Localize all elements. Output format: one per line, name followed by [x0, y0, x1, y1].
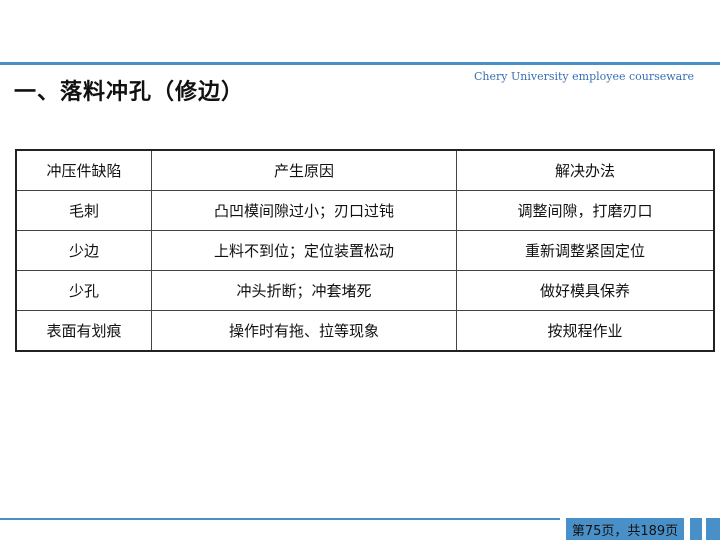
cell-defect: 少孔: [15, 270, 152, 311]
page-indicator-text: 第75页，共189页: [571, 523, 679, 539]
header-cause: 产生原因: [151, 149, 457, 191]
table-row: 少孔 冲头折断；冲套堵死 做好模具保养: [15, 270, 715, 311]
cell-defect: 毛刺: [15, 190, 152, 231]
cell-defect: 表面有划痕: [15, 310, 152, 352]
cell-solution: 调整间隙，打磨刃口: [456, 190, 715, 231]
page-indicator: 第75页，共189页: [566, 518, 684, 540]
footer-square-decoration: [690, 518, 702, 540]
table-row: 少边 上料不到位；定位装置松动 重新调整紧固定位: [15, 230, 715, 271]
cell-defect: 少边: [15, 230, 152, 271]
cell-cause: 凸凹模间隙过小；刃口过钝: [151, 190, 457, 231]
footer-square-decoration: [706, 518, 720, 540]
cell-cause: 上料不到位；定位装置松动: [151, 230, 457, 271]
cell-cause: 冲头折断；冲套堵死: [151, 270, 457, 311]
table-header-row: 冲压件缺陷 产生原因 解决办法: [15, 149, 715, 191]
cell-solution: 按规程作业: [456, 310, 715, 352]
watermark-text: Chery University employee courseware: [474, 70, 695, 83]
top-divider: [0, 62, 720, 65]
header-defect: 冲压件缺陷: [15, 149, 152, 191]
table-row: 表面有划痕 操作时有拖、拉等现象 按规程作业: [15, 310, 715, 352]
cell-cause: 操作时有拖、拉等现象: [151, 310, 457, 352]
table-row: 毛刺 凸凹模间隙过小；刃口过钝 调整间隙，打磨刃口: [15, 190, 715, 231]
slide-title: 一、落料冲孔（修边）: [14, 80, 245, 105]
defect-table: 冲压件缺陷 产生原因 解决办法 毛刺 凸凹模间隙过小；刃口过钝 调整间隙，打磨刃…: [15, 149, 715, 352]
cell-solution: 做好模具保养: [456, 270, 715, 311]
footer-divider: [0, 518, 560, 520]
header-solution: 解决办法: [456, 149, 715, 191]
cell-solution: 重新调整紧固定位: [456, 230, 715, 271]
